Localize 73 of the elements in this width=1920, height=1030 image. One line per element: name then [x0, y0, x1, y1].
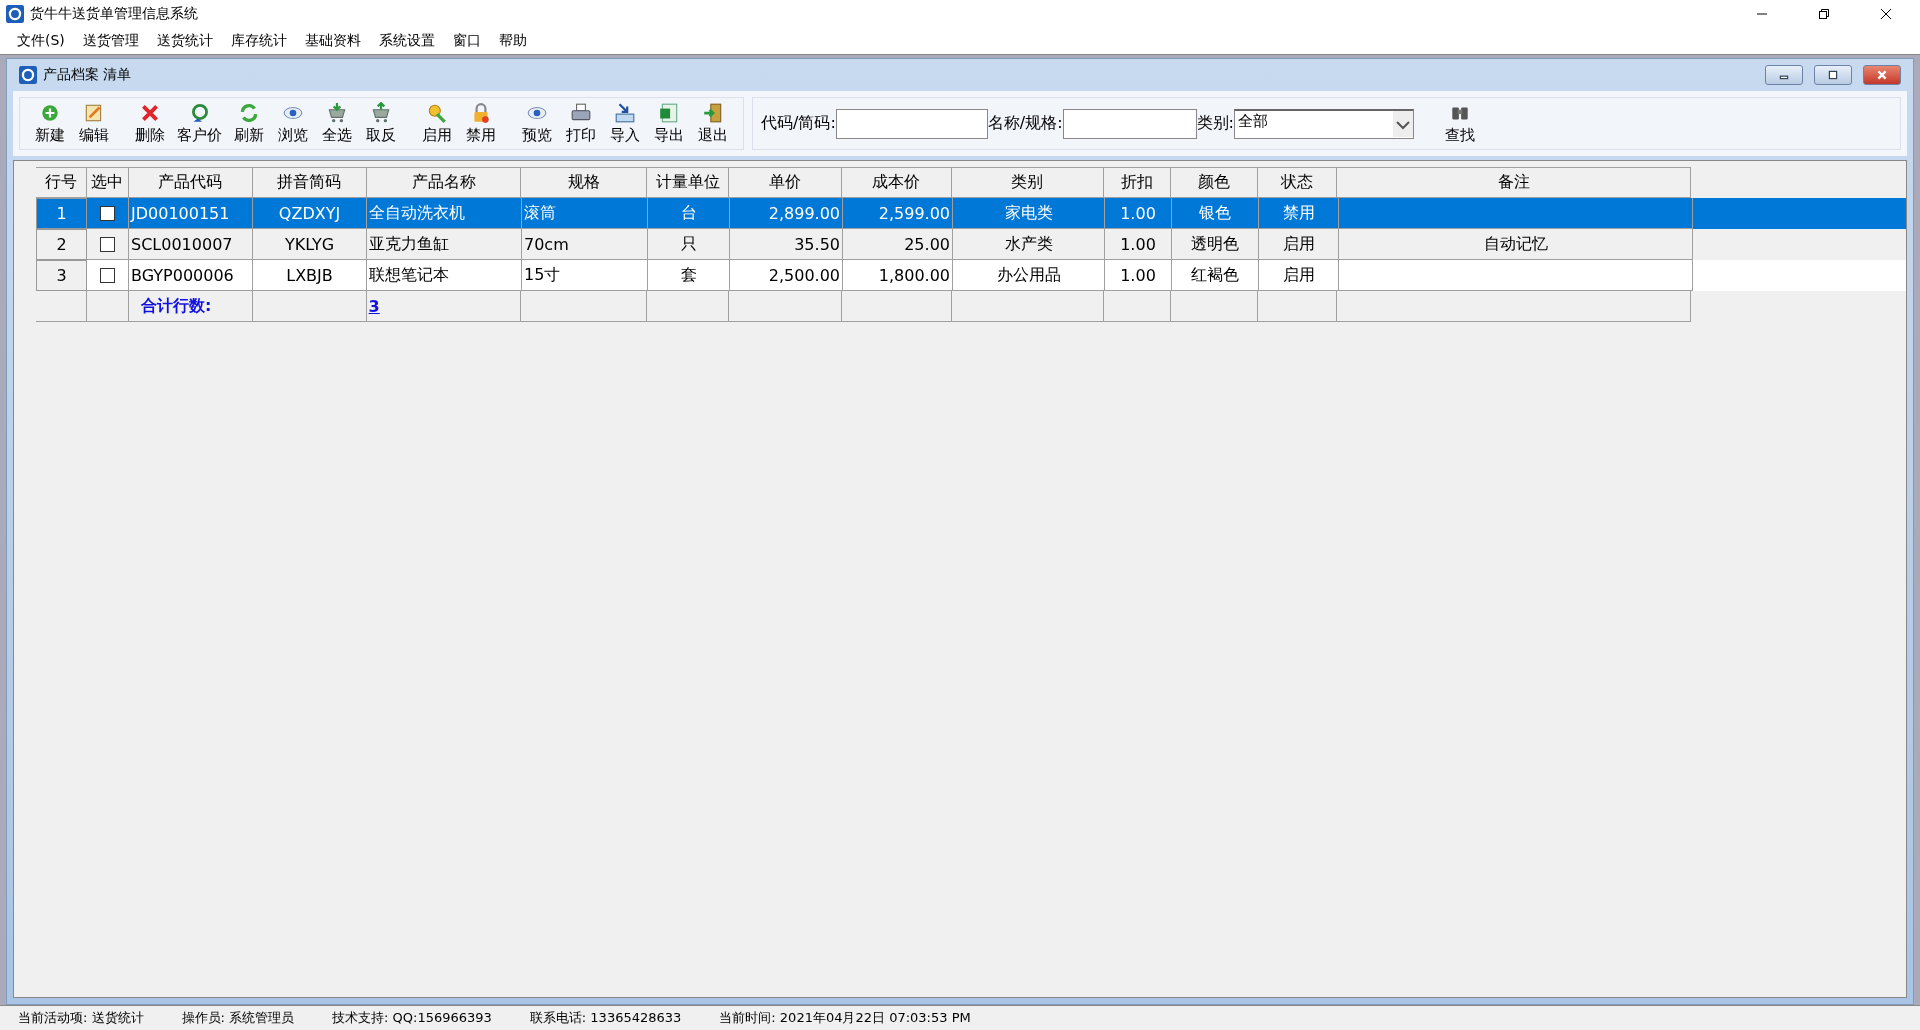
- cart-icon: [326, 102, 348, 124]
- row-checkbox[interactable]: [100, 236, 115, 252]
- table-cell: [36, 291, 87, 322]
- restore-icon: [1827, 69, 1839, 81]
- status-text: 当前活动项: 送货统计: [18, 1009, 144, 1027]
- row-checkbox[interactable]: [100, 267, 115, 283]
- category-dropdown[interactable]: 全部: [1233, 108, 1414, 139]
- close-icon[interactable]: [1880, 8, 1892, 20]
- name-field[interactable]: [1062, 108, 1197, 139]
- app-logo-icon: [19, 66, 37, 84]
- caret-icon: [1392, 110, 1413, 137]
- status-text: 当前时间: 2021年04月22日 07:03:53 PM: [719, 1009, 971, 1027]
- toolbar-button[interactable]: 客户价: [172, 102, 227, 145]
- row-number: 2: [36, 229, 87, 260]
- toolbar-button[interactable]: 刷新: [227, 102, 271, 145]
- close-icon: [1876, 69, 1888, 81]
- toolbar-button[interactable]: 禁用: [459, 102, 503, 145]
- table-cell: [1103, 291, 1171, 322]
- toolbar-button[interactable]: 浏览: [271, 102, 315, 145]
- toolbar-button[interactable]: 退出: [691, 102, 735, 145]
- status-text: 联系电话: 13365428633: [529, 1009, 682, 1027]
- menu-item[interactable]: 送货管理: [73, 32, 148, 50]
- toolbar-button[interactable]: 全选: [315, 102, 359, 145]
- summary-count-link[interactable]: 3: [368, 296, 380, 316]
- menu-item[interactable]: 窗口: [443, 32, 490, 50]
- menu-item[interactable]: 文件(S): [8, 32, 74, 50]
- column-header[interactable]: 备注: [1337, 167, 1691, 198]
- door-icon: [702, 102, 724, 124]
- toolbar-button[interactable]: 删除: [128, 102, 172, 145]
- cross-icon: [139, 102, 161, 124]
- status-text: 技术支持: QQ:156966393: [332, 1009, 492, 1027]
- code-label: 代码/简码:: [761, 113, 836, 134]
- document-icon: [658, 102, 680, 124]
- toolbar-button[interactable]: 取反: [359, 102, 403, 145]
- table-cell: [86, 291, 129, 322]
- toolbar-button[interactable]: 导入: [603, 102, 647, 145]
- name-label: 名称/规格:: [987, 113, 1063, 134]
- refresh-icon: [238, 102, 260, 124]
- row-checkbox[interactable]: [100, 205, 115, 221]
- row-number: 3: [36, 260, 87, 291]
- summary-label: 合计行数:: [128, 291, 253, 322]
- table-row[interactable]: 1 JD00100151 QZDXYJ 全自动洗衣机 滚筒 台 2,899.00 2,599.00 家电类 1.00 银色 禁用: [36, 198, 1906, 229]
- app-logo-icon: [6, 5, 24, 23]
- menu-item[interactable]: 库存统计: [221, 32, 296, 50]
- plus-icon: [39, 102, 61, 124]
- restore-icon[interactable]: [1818, 8, 1830, 20]
- toolbar-button[interactable]: 启用: [415, 102, 459, 145]
- window-title: 货牛牛送货单管理信息系统: [30, 5, 198, 23]
- code-field[interactable]: [835, 108, 988, 139]
- search-button[interactable]: 查找: [1437, 102, 1482, 145]
- key-icon: [426, 102, 448, 124]
- row-number: 1: [36, 198, 87, 229]
- minimize-button[interactable]: [1765, 65, 1803, 85]
- close-button[interactable]: [1863, 65, 1901, 85]
- column-header[interactable]: 类别: [951, 167, 1104, 198]
- child-window-title: 产品档案 清单: [43, 66, 132, 84]
- restore-button[interactable]: [1814, 65, 1852, 85]
- menu-item[interactable]: 系统设置: [369, 32, 444, 50]
- column-header[interactable]: 规格: [521, 167, 648, 198]
- menu-item[interactable]: 送货统计: [147, 32, 222, 50]
- toolbar-button[interactable]: 导出: [647, 102, 691, 145]
- toolbar-button[interactable]: 编辑: [72, 102, 116, 145]
- column-header[interactable]: 产品名称: [366, 167, 522, 198]
- table-row[interactable]: 3 BGYP000006 LXBJB 联想笔记本 15寸 套 2,500.00 1,800.00 办公用品 1.00 红褐色 启用: [36, 260, 1906, 291]
- status-text: 操作员: 系统管理员: [181, 1009, 295, 1027]
- tray-icon: [614, 102, 636, 124]
- menu-item[interactable]: 基础资料: [295, 32, 370, 50]
- toolbar-button[interactable]: 新建: [28, 102, 72, 145]
- toolbar-button[interactable]: 打印: [559, 102, 603, 145]
- cart-icon: [370, 102, 392, 124]
- toolbar-button[interactable]: 预览: [515, 102, 559, 145]
- category-label: 类别:: [1196, 113, 1234, 134]
- menu-item[interactable]: 帮助: [489, 32, 536, 50]
